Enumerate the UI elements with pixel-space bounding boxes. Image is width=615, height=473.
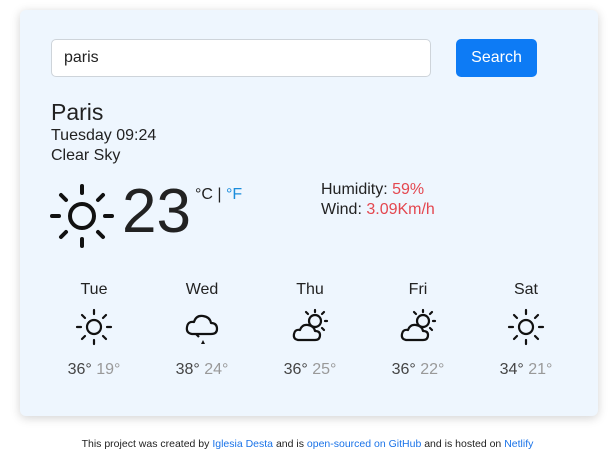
wind-value: 3.09Km/h (366, 201, 435, 218)
weather-details: Humidity: 59% Wind: 3.09Km/h (321, 180, 435, 220)
footer-text: This project was created by (81, 438, 213, 450)
forecast-min-temp: 24° (204, 361, 229, 378)
date-time: Tuesday 09:24 (51, 127, 157, 144)
forecast-day: Wed 38° 24° (148, 281, 256, 379)
author-link[interactable]: Iglesia Desta (212, 438, 273, 450)
netlify-link[interactable]: Netlify (504, 438, 533, 450)
weather-description: Clear Sky (51, 147, 121, 164)
city-name: Paris (51, 99, 104, 125)
humidity-row: Humidity: 59% (321, 180, 435, 200)
sun-icon (50, 184, 114, 248)
rain-cloud-icon (185, 314, 219, 344)
forecast-day-name: Sat (513, 281, 538, 298)
humidity-label: Humidity: (321, 181, 393, 198)
forecast-max-temp: 38° (175, 361, 200, 378)
celsius-unit[interactable]: °C (195, 186, 213, 203)
wind-label: Wind: (321, 201, 367, 218)
forecast-max-temp: 36° (283, 361, 308, 378)
forecast-max-temp: 36° (391, 361, 416, 378)
wind-row: Wind: 3.09Km/h (321, 200, 435, 220)
forecast-max-temp: 34° (499, 361, 524, 378)
footer-text: and is hosted on (421, 438, 505, 450)
forecast-min-temp: 21° (528, 361, 553, 378)
footer-text: and is (273, 438, 307, 450)
forecast-day: Thu 36° 25° (256, 281, 364, 379)
humidity-value: 59% (392, 181, 425, 198)
forecast-max-temp: 36° (67, 361, 92, 378)
sun-icon (507, 308, 545, 346)
forecast-day-name: Fri (408, 281, 428, 298)
github-link[interactable]: open-sourced on GitHub (307, 438, 421, 450)
forecast-min-temp: 25° (312, 361, 337, 378)
unit-separator: | (212, 186, 226, 203)
forecast-day: Tue 36° 19° (40, 281, 148, 379)
footer: This project was created by Iglesia Dest… (0, 438, 615, 450)
forecast-min-temp: 19° (96, 361, 121, 378)
search-input[interactable] (51, 39, 431, 77)
weather-card: Search Paris Tuesday 09:24 Clear Sky 23 … (20, 10, 598, 416)
forecast-day-name: Wed (185, 281, 219, 298)
partly-cloudy-icon (400, 308, 437, 342)
search-button[interactable]: Search (456, 39, 537, 77)
unit-toggle: °C | °F (195, 186, 242, 204)
forecast-day: Fri 36° 22° (364, 281, 472, 379)
sun-icon (75, 308, 113, 346)
forecast-day-name: Tue (80, 281, 108, 298)
fahrenheit-link[interactable]: °F (226, 186, 242, 203)
partly-cloudy-icon (292, 308, 329, 342)
forecast-day: Sat 34° 21° (472, 281, 580, 379)
current-temperature: 23 (122, 177, 191, 246)
forecast-row: Tue 36° 19° Wed 38° 24° Thu 36° 25° Fri … (40, 281, 580, 391)
forecast-min-temp: 22° (420, 361, 445, 378)
forecast-day-name: Thu (296, 281, 324, 298)
